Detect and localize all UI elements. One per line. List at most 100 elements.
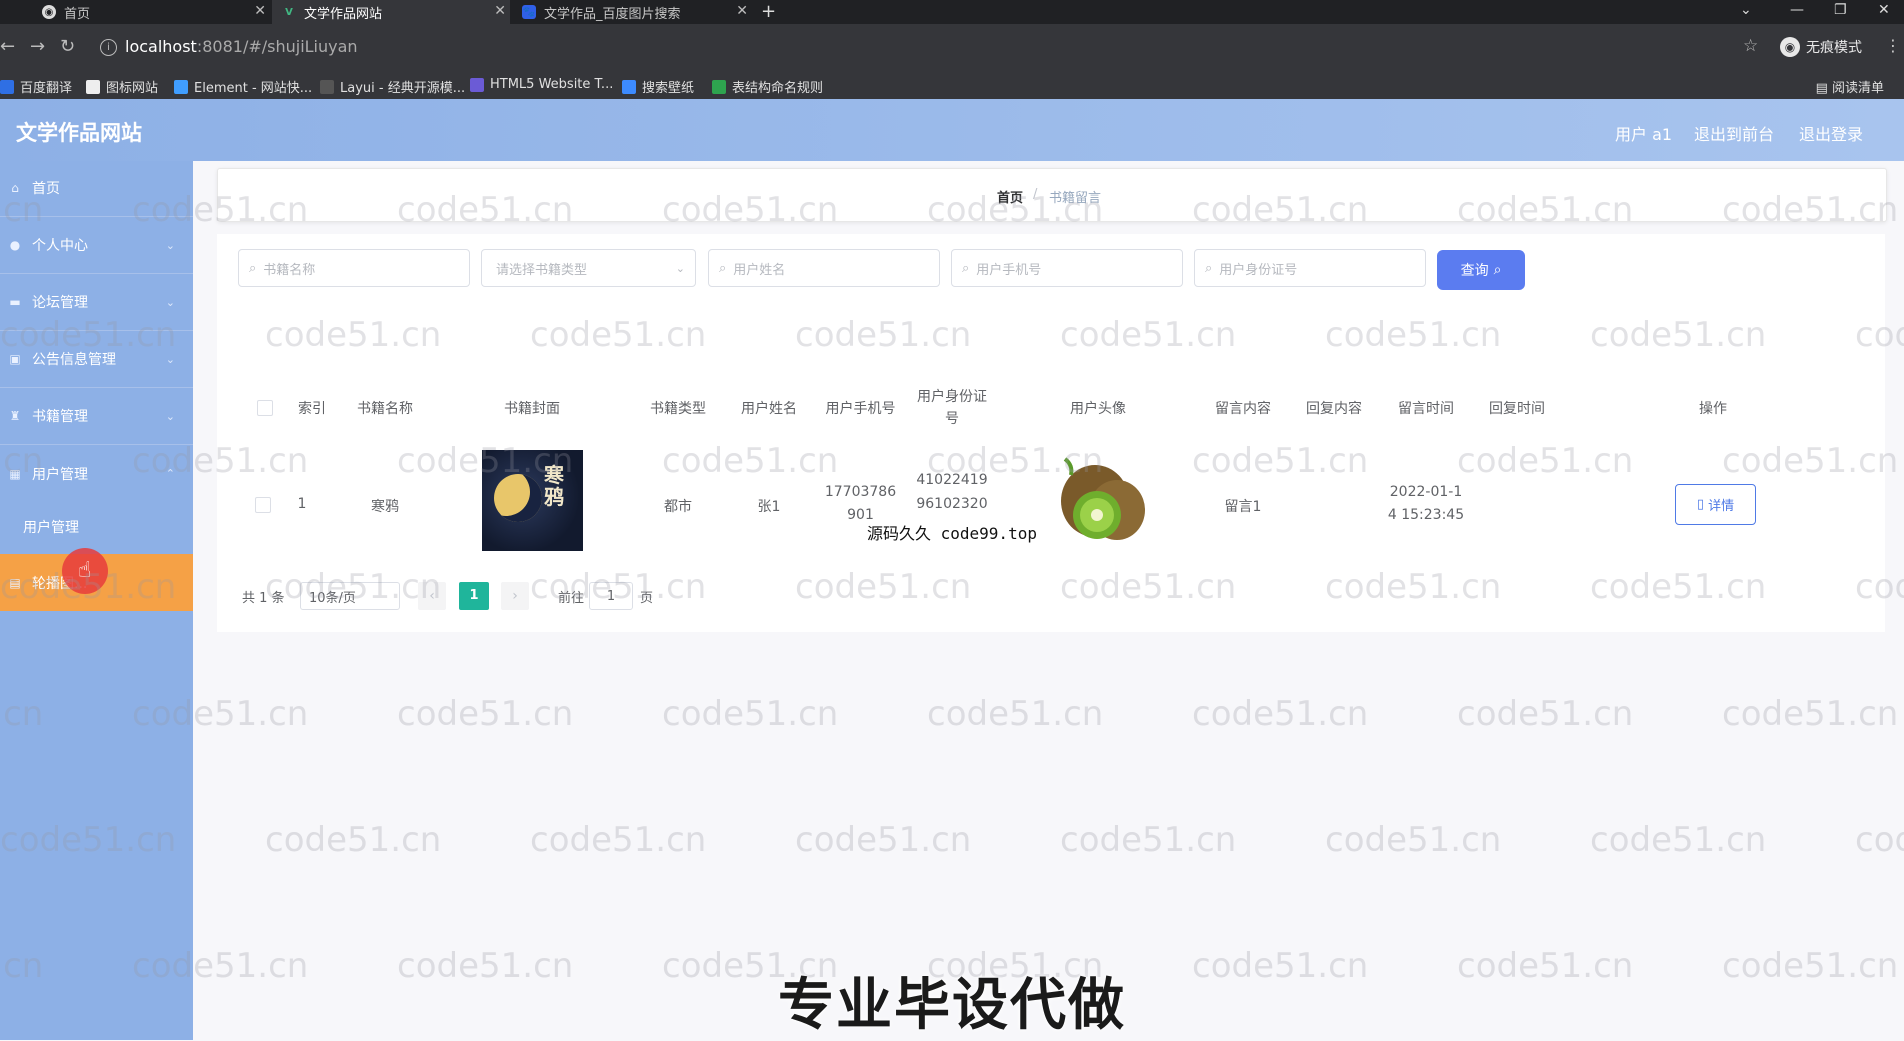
menu-kebab-icon[interactable]: ⋮ xyxy=(1885,36,1901,55)
page-size-select[interactable]: 10条/页 xyxy=(300,582,400,610)
reload-icon[interactable]: ↻ xyxy=(60,36,75,57)
cell-idcard: 41022419 xyxy=(916,472,988,488)
bookmark-star-icon[interactable]: ☆ xyxy=(1743,36,1758,56)
cell-phone: 17703786 xyxy=(824,484,897,500)
user-idcard-input[interactable]: ⌕ 用户身份证号 xyxy=(1194,249,1426,287)
watermark-text: code51.cn xyxy=(795,820,972,860)
close-icon[interactable]: ✕ xyxy=(494,3,506,19)
restore-icon[interactable]: ❐ xyxy=(1834,2,1847,18)
watermark-text: code51.cn xyxy=(1192,694,1369,734)
minimize-icon[interactable]: — xyxy=(1790,2,1804,18)
user-phone-input[interactable]: ⌕ 用户手机号 xyxy=(951,249,1183,287)
column-header: 回复内容 xyxy=(1306,401,1362,417)
info-icon[interactable]: i xyxy=(100,39,117,56)
search-icon: ⌕ xyxy=(249,260,257,276)
sidebar-item-users[interactable]: ▦ 用户管理 ⌃ xyxy=(0,445,193,502)
goto-suffix: 页 xyxy=(640,591,654,606)
cell-book-type: 都市 xyxy=(664,499,692,515)
input-placeholder: 书籍名称 xyxy=(263,262,316,278)
goto-page-input[interactable]: 1 xyxy=(589,582,633,610)
query-label: 查询 xyxy=(1460,263,1489,279)
forum-icon: ▬ xyxy=(9,295,21,309)
tab-search-icon[interactable]: ⌄ xyxy=(1740,2,1752,18)
forward-icon[interactable]: → xyxy=(30,36,45,57)
sidebar-item-forum[interactable]: ▬ 论坛管理 ⌄ xyxy=(0,274,193,331)
row-checkbox[interactable] xyxy=(255,497,271,513)
bookmark-item[interactable]: 搜索壁纸 xyxy=(622,77,694,96)
url-field[interactable]: i localhost:8081/#/shujiLiuyan xyxy=(100,37,358,56)
bookmark-item[interactable]: 表结构命名规则 xyxy=(712,77,823,96)
incognito-badge[interactable]: ◉ 无痕模式 xyxy=(1780,37,1862,57)
input-placeholder: 用户手机号 xyxy=(976,262,1042,278)
reading-list[interactable]: ▤ 阅读清单 xyxy=(1816,77,1884,96)
close-icon[interactable]: ✕ xyxy=(254,3,266,19)
flag-icon xyxy=(86,79,100,94)
goto-prefix: 前往 xyxy=(558,591,585,606)
prev-page-icon[interactable]: ‹ xyxy=(418,582,446,610)
bottom-banner: 专业毕设代做 xyxy=(778,973,1126,1038)
column-header: 索引 xyxy=(298,401,326,417)
notice-icon: ▣ xyxy=(9,352,21,366)
moon-icon xyxy=(494,474,542,522)
bookmark-item[interactable]: Layui - 经典开源模... xyxy=(320,77,465,96)
page-size-label: 10条/页 xyxy=(309,590,356,606)
search-icon: ⌕ xyxy=(1205,260,1213,276)
bookmark-item[interactable]: HTML5 Website T... xyxy=(470,77,613,92)
watermark-text: code51.cn xyxy=(1722,694,1899,734)
tab-title: 文学作品_百度图片搜索 xyxy=(544,6,681,22)
header-logout-link[interactable]: 退出登录 xyxy=(1799,121,1863,145)
breadcrumb-home[interactable]: 首页 xyxy=(997,187,1023,206)
sidebar-item-notice[interactable]: ▣ 公告信息管理 ⌄ xyxy=(0,331,193,388)
column-header: 用户手机号 xyxy=(825,401,896,417)
next-page-icon[interactable]: › xyxy=(501,582,529,610)
user-name-input[interactable]: ⌕ 用户姓名 xyxy=(708,249,940,287)
watermark-text: code51.cn xyxy=(927,694,1104,734)
header-user-link[interactable]: 用户 a1 xyxy=(1615,121,1672,145)
document-icon: ▯ xyxy=(1696,497,1705,512)
browser-tab-site[interactable]: V 文学作品网站 ✕ xyxy=(272,0,510,24)
browser-tab-home[interactable]: ◉ 首页 ✕ xyxy=(0,0,270,24)
new-tab-icon[interactable]: + xyxy=(761,1,776,22)
select-all-checkbox[interactable] xyxy=(257,400,273,416)
sidebar-subitem-user-manage[interactable]: 用户管理 xyxy=(0,502,193,552)
back-icon[interactable]: ← xyxy=(0,36,15,57)
window-close-icon[interactable]: ✕ xyxy=(1878,2,1890,18)
query-button[interactable]: 查询 ⌕ xyxy=(1437,250,1525,290)
carousel-icon: ▤ xyxy=(9,575,21,590)
element-icon xyxy=(174,79,188,94)
book-name-input[interactable]: ⌕ 书籍名称 xyxy=(238,249,470,287)
column-header: 书籍名称 xyxy=(357,401,413,417)
bookmark-item[interactable]: Element - 网站快... xyxy=(174,77,312,96)
cell-message-time-cont: 4 15:23:45 xyxy=(1387,507,1465,523)
page-number-1[interactable]: 1 xyxy=(459,582,489,610)
sidebar-item-home[interactable]: ⌂ 首页 xyxy=(0,160,193,217)
cell-user-name: 张1 xyxy=(757,499,781,515)
bookmark-label: 百度翻译 xyxy=(20,81,73,96)
home-icon: ⌂ xyxy=(11,181,19,195)
watermark-text: code51.cn xyxy=(265,820,442,860)
chevron-down-icon: ⌄ xyxy=(165,352,175,366)
hand-cursor-icon: ☝ xyxy=(78,558,92,583)
cell-index: 1 xyxy=(297,496,307,512)
reading-list-label: 阅读清单 xyxy=(1831,81,1884,96)
sidebar-item-profile[interactable]: ● 个人中心 ⌄ xyxy=(0,217,193,274)
cell-message-time: 2022-01-1 xyxy=(1389,484,1463,500)
detail-button[interactable]: ▯ 详情 xyxy=(1675,484,1756,525)
browser-tab-baidu[interactable]: 🐾 文学作品_百度图片搜索 ✕ xyxy=(512,0,752,24)
users-icon: ▦ xyxy=(9,466,21,481)
chevron-down-icon: ⌄ xyxy=(165,409,175,423)
pagination-total: 共 1 条 xyxy=(242,591,285,606)
bookmark-item[interactable]: 百度翻译 xyxy=(0,77,72,96)
book-cover-image: 寒鸦 xyxy=(482,450,583,551)
cell-book-name: 寒鸦 xyxy=(371,499,399,515)
header-frontend-link[interactable]: 退出到前台 xyxy=(1694,121,1774,145)
bookmarks-bar: 百度翻译 图标网站 Element - 网站快... Layui - 经典开源模… xyxy=(0,70,1904,100)
sidebar-item-label: 书籍管理 xyxy=(32,409,88,425)
watermark-text: code51.cn xyxy=(1060,820,1237,860)
book-type-select[interactable]: 请选择书籍类型 ⌄ xyxy=(481,249,696,287)
column-header: 书籍封面 xyxy=(504,401,560,417)
bookmark-item[interactable]: 图标网站 xyxy=(86,77,158,96)
close-icon[interactable]: ✕ xyxy=(736,3,748,19)
detail-label: 详情 xyxy=(1708,499,1735,514)
sidebar-item-books[interactable]: ♜ 书籍管理 ⌄ xyxy=(0,388,193,445)
